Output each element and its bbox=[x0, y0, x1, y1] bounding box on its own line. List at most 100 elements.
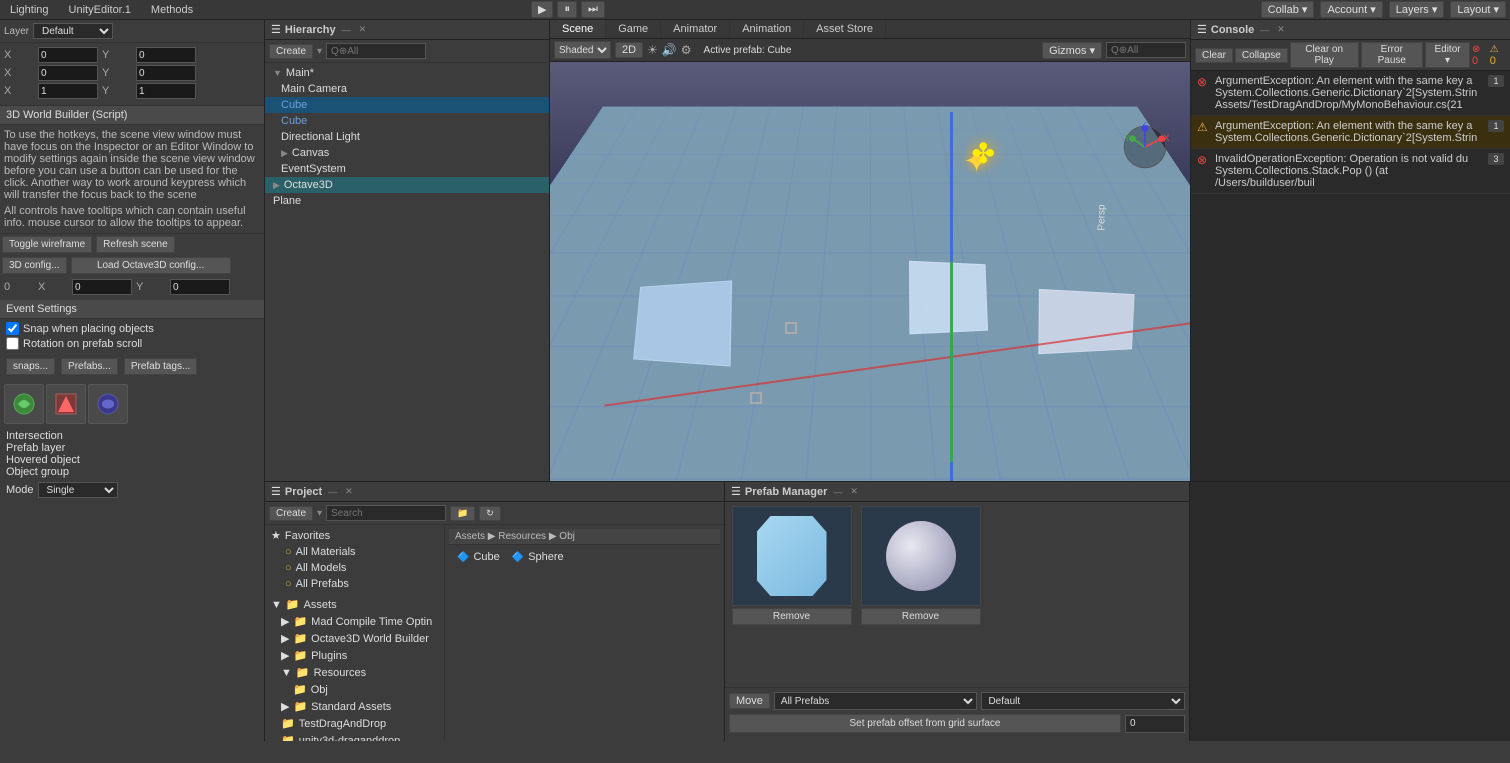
all-models-item[interactable]: ○ All Models bbox=[265, 560, 444, 576]
plugins-folder[interactable]: ▶ 📁 Plugins bbox=[265, 647, 444, 664]
tree-item-main[interactable]: ▼ Main* bbox=[265, 65, 549, 81]
cube-file[interactable]: 🔷 Cube bbox=[453, 549, 504, 565]
mad-compile-folder[interactable]: ▶ 📁 Mad Compile Time Optin bbox=[265, 613, 444, 630]
menu-unityeditor[interactable]: UnityEditor.1 bbox=[63, 2, 137, 18]
menu-methods[interactable]: Methods bbox=[145, 2, 199, 18]
layer-select[interactable]: Default bbox=[33, 23, 113, 39]
prefab-manager-minimize[interactable]: — bbox=[831, 486, 844, 498]
clear-on-play-button[interactable]: Clear on Play bbox=[1290, 42, 1359, 68]
tree-item-eventsystem[interactable]: EventSystem bbox=[265, 161, 549, 177]
tab-animator[interactable]: Animator bbox=[661, 20, 730, 38]
collapse-button[interactable]: Collapse bbox=[1235, 48, 1288, 63]
hierarchy-search[interactable] bbox=[326, 43, 426, 59]
prefab-manager-close[interactable]: ✕ bbox=[848, 485, 860, 498]
y-input-1[interactable] bbox=[136, 47, 196, 63]
prefab-thumb-sphere[interactable] bbox=[861, 506, 981, 606]
project-minimize[interactable]: — bbox=[326, 486, 339, 498]
console-msg-2[interactable]: ⚠ ArgumentException: An element with the… bbox=[1191, 116, 1510, 149]
tree-item-dirlight[interactable]: Directional Light bbox=[265, 129, 549, 145]
octave3d-folder[interactable]: ▶ 📁 Octave3D World Builder bbox=[265, 630, 444, 647]
config-3d-button[interactable]: 3D config... bbox=[2, 257, 67, 274]
coord-y-input[interactable] bbox=[170, 279, 230, 295]
clear-button[interactable]: Clear bbox=[1195, 48, 1233, 63]
tab-animation[interactable]: Animation bbox=[730, 20, 804, 38]
load-config-button[interactable]: Load Octave3D config... bbox=[71, 257, 231, 274]
offset-input[interactable] bbox=[1125, 715, 1185, 733]
menu-lighting[interactable]: Lighting bbox=[4, 2, 55, 18]
standard-assets-folder[interactable]: ▶ 📁 Standard Assets bbox=[265, 698, 444, 715]
refresh-scene-button[interactable]: Refresh scene bbox=[96, 236, 174, 253]
assets-folder[interactable]: ▼ 📁 Assets bbox=[265, 596, 444, 613]
lighting-icon[interactable]: ☀ bbox=[647, 43, 658, 57]
tab-scene[interactable]: Scene bbox=[550, 20, 606, 38]
coord-x-input[interactable] bbox=[72, 279, 132, 295]
x-input-1[interactable] bbox=[38, 47, 98, 63]
project-create-btn[interactable]: Create bbox=[269, 506, 313, 521]
y-input-3[interactable] bbox=[136, 83, 196, 99]
tree-item-plane[interactable]: Plane bbox=[265, 193, 549, 209]
prefab-tags-button[interactable]: Prefab tags... bbox=[124, 358, 197, 375]
scene-search[interactable] bbox=[1106, 42, 1186, 58]
project-close[interactable]: ✕ bbox=[343, 485, 355, 498]
console-msg-3[interactable]: ⊗ InvalidOperationException: Operation i… bbox=[1191, 149, 1510, 194]
project-folder-btn[interactable]: 📁 bbox=[450, 506, 475, 521]
2d-button[interactable]: 2D bbox=[615, 42, 643, 58]
tree-item-cube1[interactable]: Cube bbox=[265, 97, 549, 113]
favorites-folder[interactable]: ★ Favorites bbox=[265, 527, 444, 544]
unity3d-folder[interactable]: 📁 unity3d-draganddrop bbox=[265, 732, 444, 741]
obj-folder[interactable]: 📁 Obj bbox=[265, 681, 444, 698]
y-input-2[interactable] bbox=[136, 65, 196, 81]
tree-item-octave3d[interactable]: ▶ Octave3D bbox=[265, 177, 549, 193]
error-pause-button[interactable]: Error Pause bbox=[1361, 42, 1424, 68]
tab-asset-store[interactable]: Asset Store bbox=[804, 20, 886, 38]
default-select[interactable]: Default bbox=[981, 692, 1185, 710]
set-prefab-offset-button[interactable]: Set prefab offset from grid surface bbox=[729, 714, 1121, 733]
account-button[interactable]: Account ▾ bbox=[1320, 1, 1382, 18]
all-prefabs-select[interactable]: All Prefabs bbox=[774, 692, 978, 710]
snaps-button[interactable]: snaps... bbox=[6, 358, 55, 375]
console-close[interactable]: ✕ bbox=[1275, 23, 1287, 36]
console-bottom-scroll[interactable] bbox=[1190, 482, 1510, 741]
remove-sphere-button[interactable]: Remove bbox=[861, 608, 981, 625]
scene-viewport[interactable]: ✦ ✤ bbox=[550, 62, 1190, 473]
icon-btn-2[interactable] bbox=[46, 384, 86, 424]
project-search[interactable] bbox=[326, 505, 446, 521]
tab-game[interactable]: Game bbox=[606, 20, 661, 38]
tree-item-maincamera[interactable]: Main Camera bbox=[265, 81, 549, 97]
prefab-thumb-cube[interactable] bbox=[732, 506, 852, 606]
testdraganddrop-folder[interactable]: 📁 TestDragAndDrop bbox=[265, 715, 444, 732]
hierarchy-minimize[interactable]: — bbox=[340, 24, 353, 36]
icon-btn-3[interactable] bbox=[88, 384, 128, 424]
collab-button[interactable]: Collab ▾ bbox=[1261, 1, 1315, 18]
toggle-wireframe-button[interactable]: Toggle wireframe bbox=[2, 236, 92, 253]
gizmos-button[interactable]: Gizmos ▾ bbox=[1042, 42, 1102, 59]
sphere-file[interactable]: 🔷 Sphere bbox=[508, 549, 568, 565]
remove-cube-button[interactable]: Remove bbox=[732, 608, 852, 625]
icon-btn-1[interactable] bbox=[4, 384, 44, 424]
hierarchy-create-btn[interactable]: Create bbox=[269, 44, 313, 59]
hierarchy-close[interactable]: ✕ bbox=[357, 23, 369, 36]
play-button[interactable]: ▶ bbox=[531, 1, 553, 18]
project-refresh-btn[interactable]: ↻ bbox=[479, 506, 501, 521]
tree-item-cube2[interactable]: Cube bbox=[265, 113, 549, 129]
layers-button[interactable]: Layers ▾ bbox=[1389, 1, 1445, 18]
audio-icon[interactable]: 🔊 bbox=[662, 43, 677, 57]
effects-icon[interactable]: ⚙ bbox=[681, 43, 692, 57]
resources-folder[interactable]: ▼ 📁 Resources bbox=[265, 664, 444, 681]
all-materials-item[interactable]: ○ All Materials bbox=[265, 544, 444, 560]
prefabs-button[interactable]: Prefabs... bbox=[61, 358, 118, 375]
rotation-checkbox[interactable] bbox=[6, 337, 19, 350]
event-settings-title[interactable]: Event Settings bbox=[0, 300, 264, 319]
script-section-title[interactable]: 3D World Builder (Script) bbox=[0, 106, 264, 125]
step-button[interactable]: ⏭ bbox=[581, 1, 605, 18]
console-msg-1[interactable]: ⊗ ArgumentException: An element with the… bbox=[1191, 71, 1510, 116]
pause-button[interactable]: ⏸ bbox=[557, 1, 577, 18]
mode-select[interactable]: Single bbox=[38, 482, 118, 498]
move-button[interactable]: Move bbox=[729, 693, 770, 709]
console-minimize[interactable]: — bbox=[1258, 24, 1271, 36]
x-input-2[interactable] bbox=[38, 65, 98, 81]
x-input-3[interactable] bbox=[38, 83, 98, 99]
tree-item-canvas[interactable]: ▶ Canvas bbox=[265, 145, 549, 161]
shading-mode-select[interactable]: Shaded bbox=[554, 41, 611, 59]
editor-button[interactable]: Editor ▾ bbox=[1425, 42, 1470, 68]
